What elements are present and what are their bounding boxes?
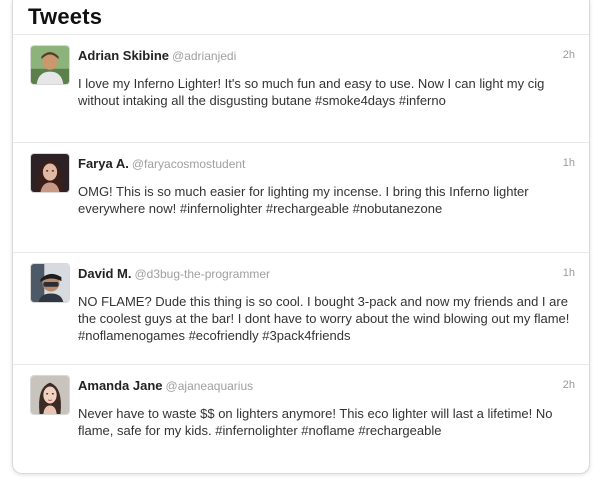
author-name-text[interactable]: David M. [78, 266, 131, 281]
tweet-text: Never have to waste $$ on lighters anymo… [78, 406, 553, 438]
tweet-item[interactable]: Adrian Skibine @adrianjedi 2h I love my I… [13, 35, 589, 143]
author-name-text[interactable]: Amanda Jane [78, 378, 163, 393]
tweet-timestamp[interactable]: 1h [563, 157, 575, 169]
author-handle[interactable]: @d3bug-the-programmer [134, 267, 270, 281]
avatar[interactable] [30, 153, 70, 193]
author-name-text[interactable]: Farya A. [78, 156, 129, 171]
tweet-text: NO FLAME? Dude this thing is so cool. I … [78, 294, 570, 343]
tweet-timestamp[interactable]: 1h [563, 267, 575, 279]
tweet-item[interactable]: Farya A. @faryacosmostudent 1h OMG! This … [13, 143, 589, 253]
tweet-timestamp[interactable]: 2h [563, 379, 575, 391]
author-name[interactable]: Amanda Jane @ajaneaquarius [78, 378, 253, 393]
tweet-timestamp[interactable]: 2h [563, 49, 575, 61]
author-handle[interactable]: @ajaneaquarius [166, 379, 254, 393]
avatar-photo-icon [31, 46, 69, 84]
tweet-text: OMG! This is so much easier for lighting… [78, 184, 529, 216]
author-handle[interactable]: @faryacosmostudent [132, 157, 246, 171]
avatar[interactable] [30, 263, 70, 303]
avatar-photo-icon [31, 264, 69, 302]
author-name[interactable]: Farya A. @faryacosmostudent [78, 156, 245, 171]
tweet-item[interactable]: David M. @d3bug-the-programmer 1h NO FLAM… [13, 253, 589, 365]
author-name-text[interactable]: Adrian Skibine [78, 48, 169, 63]
tweet-item[interactable]: Amanda Jane @ajaneaquarius 2h Never have … [13, 365, 589, 469]
tweet-text: I love my Inferno Lighter! It's so much … [78, 76, 545, 108]
avatar[interactable] [30, 375, 70, 415]
avatar[interactable] [30, 45, 70, 85]
page-title: Tweets [28, 4, 103, 29]
avatar-photo-icon [31, 376, 69, 414]
author-handle[interactable]: @adrianjedi [172, 49, 236, 63]
author-name[interactable]: David M. @d3bug-the-programmer [78, 266, 270, 281]
author-name[interactable]: Adrian Skibine @adrianjedi [78, 48, 236, 63]
avatar-photo-icon [31, 154, 69, 192]
